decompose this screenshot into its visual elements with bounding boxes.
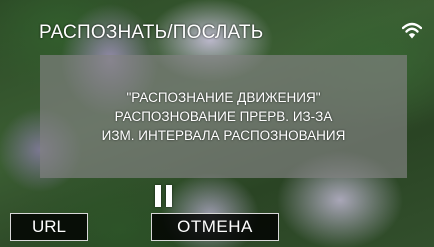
dialog-line-1: "РАСПОЗНАНИЕ ДВИЖЕНИЯ" (126, 90, 321, 105)
page-title: РАСПОЗНАТЬ/ПОСЛАТЬ (39, 22, 264, 43)
pause-bar-left (155, 185, 161, 207)
camera-screen: РАСПОЗНАТЬ/ПОСЛАТЬ "РАСПОЗНАНИЕ ДВИЖЕНИЯ… (0, 0, 434, 247)
dialog-line-2: РАСПОЗНОВАНИЕ ПРЕРВ. ИЗ-ЗА (114, 109, 333, 124)
pause-bar-right (166, 185, 172, 207)
dialog-message: "РАСПОЗНАНИЕ ДВИЖЕНИЯ" РАСПОЗНОВАНИЕ ПРЕ… (40, 88, 407, 145)
dialog-line-3: ИЗМ. ИНТЕРВАЛА РАСПОЗНОВАНИЯ (101, 128, 346, 143)
url-button[interactable]: URL (10, 213, 88, 241)
message-dialog: "РАСПОЗНАНИЕ ДВИЖЕНИЯ" РАСПОЗНОВАНИЕ ПРЕ… (40, 55, 407, 178)
wifi-icon (402, 22, 422, 39)
pause-icon (155, 185, 173, 207)
cancel-button[interactable]: ОТМЕНА (151, 213, 279, 241)
